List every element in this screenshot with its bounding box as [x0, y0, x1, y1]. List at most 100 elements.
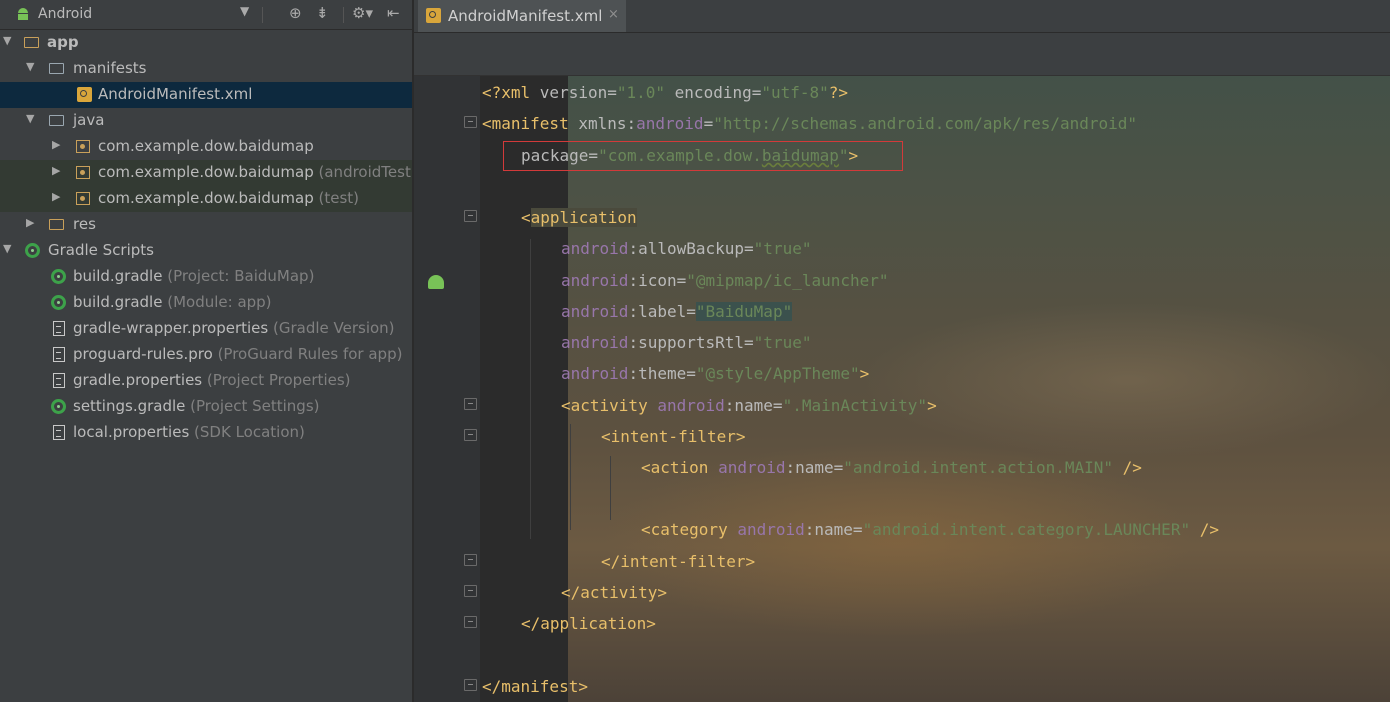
fold-marker-icon[interactable]	[464, 398, 477, 410]
code-line-9: android:theme="@style/AppTheme">	[561, 364, 870, 383]
package-icon	[76, 139, 92, 155]
text-file-icon	[53, 347, 69, 363]
tree-item-label: app	[47, 33, 79, 51]
code-line-8: android:supportsRtl="true"	[561, 333, 812, 352]
folder-icon	[49, 61, 65, 77]
tree-item-label: res	[73, 215, 96, 233]
fold-marker-icon[interactable]	[464, 585, 477, 597]
package-highlight-box	[503, 141, 903, 171]
collapse-arrow-icon[interactable]: ▶	[52, 190, 60, 203]
tree-item-build-gradle-module[interactable]: build.gradle (Module: app)	[0, 290, 412, 316]
tree-item-label: gradle-wrapper.properties (Gradle Versio…	[73, 319, 395, 337]
xml-file-icon	[426, 8, 441, 23]
fold-marker-icon[interactable]	[464, 679, 477, 691]
fold-marker-icon[interactable]	[464, 210, 477, 222]
tree-item-label: com.example.dow.baidumap (test)	[98, 189, 360, 207]
tree-item-local-properties[interactable]: local.properties (SDK Location)	[0, 420, 412, 446]
tree-item-app[interactable]: ▼ app	[0, 30, 412, 56]
tree-item-settings-gradle[interactable]: settings.gradle (Project Settings)	[0, 394, 412, 420]
tab-label: AndroidManifest.xml	[448, 7, 603, 25]
tree-item-manifests[interactable]: ▼ manifests	[0, 56, 412, 82]
code-line-5: android:allowBackup="true"	[561, 239, 812, 258]
tree-item-package-test[interactable]: ▶ com.example.dow.baidumap (test)	[0, 186, 412, 212]
editor-breadcrumb-strip	[414, 33, 1390, 76]
collapse-arrow-icon[interactable]: ▶	[52, 164, 60, 177]
package-icon	[76, 191, 92, 207]
tree-item-proguard-rules[interactable]: proguard-rules.pro (ProGuard Rules for a…	[0, 342, 412, 368]
tree-item-label: Gradle Scripts	[48, 241, 154, 259]
fold-marker-icon[interactable]	[464, 116, 477, 128]
tree-item-label: build.gradle (Project: BaiduMap)	[73, 267, 315, 285]
toolbar-divider	[262, 7, 263, 23]
tree-item-label: AndroidManifest.xml	[98, 85, 253, 103]
tree-item-label: java	[73, 111, 105, 129]
tree-item-label: settings.gradle (Project Settings)	[73, 397, 320, 415]
code-line-4: <application	[521, 208, 637, 227]
expand-arrow-icon[interactable]: ▼	[3, 242, 11, 255]
tab-androidmanifest[interactable]: AndroidManifest.xml ×	[418, 0, 626, 32]
tree-item-label: manifests	[73, 59, 147, 77]
code-line-15: </activity>	[561, 583, 667, 602]
toolbar-divider	[343, 7, 344, 23]
code-line-6: android:icon="@mipmap/ic_launcher"	[561, 271, 889, 290]
tree-item-androidmanifest[interactable]: AndroidManifest.xml	[0, 82, 412, 108]
fold-marker-icon[interactable]	[464, 429, 477, 441]
folder-icon	[49, 113, 65, 129]
tree-item-res[interactable]: ▶ res	[0, 212, 412, 238]
scroll-from-source-icon[interactable]: ⊕	[289, 4, 302, 22]
expand-arrow-icon[interactable]: ▼	[26, 112, 34, 125]
tree-item-gradle-wrapper[interactable]: gradle-wrapper.properties (Gradle Versio…	[0, 316, 412, 342]
project-view-selector[interactable]: Android	[38, 6, 92, 22]
tree-item-package-main[interactable]: ▶ com.example.dow.baidumap	[0, 134, 412, 160]
properties-file-icon	[53, 321, 69, 337]
close-icon[interactable]: ×	[608, 7, 619, 22]
collapse-arrow-icon[interactable]: ▶	[52, 138, 60, 151]
editor-gutter[interactable]	[414, 76, 480, 702]
expand-arrow-icon[interactable]: ▼	[3, 34, 11, 47]
project-panel-toolbar: Android ▼ ⊕ ⇟ ⚙▾ ⇤	[0, 0, 412, 30]
code-line-7: android:label="BaiduMap"	[561, 302, 793, 321]
indent-guide	[530, 239, 531, 539]
module-folder-icon	[24, 35, 40, 51]
gradle-icon	[51, 399, 67, 415]
code-line-10: <activity android:name=".MainActivity">	[561, 396, 937, 415]
collapse-arrow-icon[interactable]: ▶	[26, 216, 34, 229]
tree-item-gradle-scripts[interactable]: ▼ Gradle Scripts	[0, 238, 412, 264]
editor-area: AndroidManifest.xml × <?xml version="1.0…	[414, 0, 1390, 702]
tree-item-package-androidtest[interactable]: ▶ com.example.dow.baidumap (androidTest)	[0, 160, 417, 186]
code-line-14: </intent-filter>	[601, 552, 756, 571]
collapse-all-icon[interactable]: ⇟	[316, 4, 329, 22]
properties-file-icon	[53, 373, 69, 389]
tree-item-java[interactable]: ▼ java	[0, 108, 412, 134]
gradle-icon	[25, 243, 41, 259]
code-line-16: </application>	[521, 614, 656, 633]
code-line-17: </manifest>	[482, 677, 588, 696]
fold-marker-icon[interactable]	[464, 616, 477, 628]
gear-icon[interactable]: ⚙▾	[352, 4, 373, 22]
indent-guide	[570, 424, 571, 530]
gradle-icon	[51, 295, 67, 311]
code-line-11: <intent-filter>	[601, 427, 746, 446]
code-line-2: <manifest xmlns:android="http://schemas.…	[482, 114, 1138, 133]
editor-tab-bar: AndroidManifest.xml ×	[414, 0, 1390, 33]
chevron-down-icon[interactable]: ▼	[240, 4, 249, 18]
hide-panel-icon[interactable]: ⇤	[387, 4, 400, 22]
tree-item-label: com.example.dow.baidumap	[98, 137, 314, 155]
tree-item-label: gradle.properties (Project Properties)	[73, 371, 351, 389]
tree-item-label: com.example.dow.baidumap (androidTest)	[98, 163, 417, 181]
android-icon[interactable]	[428, 275, 444, 289]
tree-item-label: build.gradle (Module: app)	[73, 293, 272, 311]
tree-item-build-gradle-project[interactable]: build.gradle (Project: BaiduMap)	[0, 264, 412, 290]
properties-file-icon	[53, 425, 69, 441]
tree-item-gradle-properties[interactable]: gradle.properties (Project Properties)	[0, 368, 412, 394]
indent-guide	[610, 456, 611, 520]
tree-item-label: local.properties (SDK Location)	[73, 423, 305, 441]
expand-arrow-icon[interactable]: ▼	[26, 60, 34, 73]
android-icon	[15, 6, 31, 26]
code-line-12: <action android:name="android.intent.act…	[641, 458, 1142, 477]
gradle-icon	[51, 269, 67, 285]
code-line-1: <?xml version="1.0" encoding="utf-8"?>	[482, 83, 849, 102]
code-line-13: <category android:name="android.intent.c…	[641, 520, 1219, 539]
project-panel: Android ▼ ⊕ ⇟ ⚙▾ ⇤ ▼ app ▼ manifests And…	[0, 0, 417, 702]
fold-marker-icon[interactable]	[464, 554, 477, 566]
